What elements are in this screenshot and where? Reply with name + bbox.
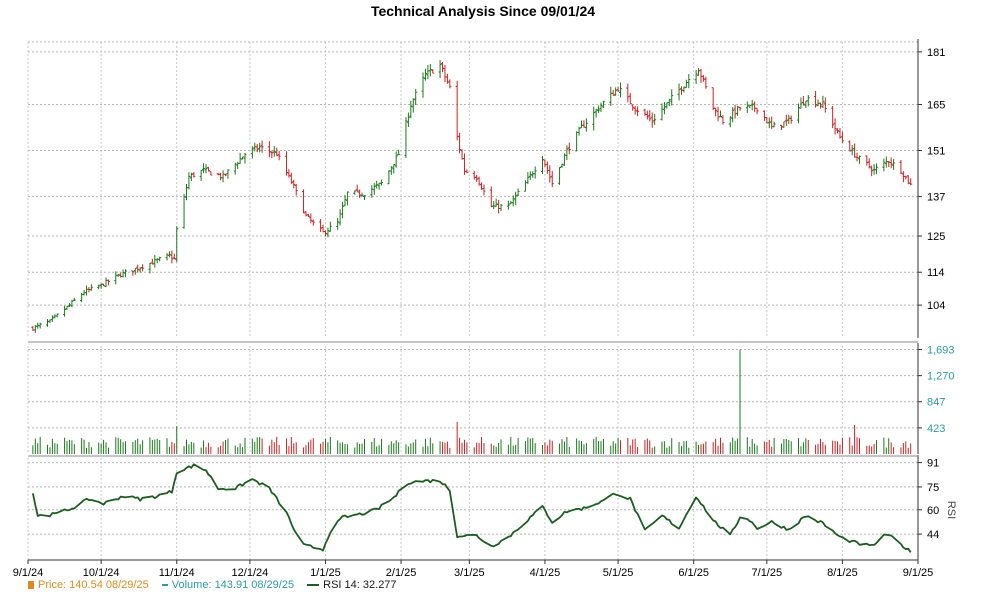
price-tick-label: 151 — [927, 146, 945, 158]
x-tick-labels: 9/1/24 10/1/24 11/1/24 12/1/24 1/1/25 2/1/25 3… — [13, 567, 934, 579]
x-tick-label: 4/1/25 — [530, 567, 561, 579]
legend: Price: 140.54 08/29/25 Volume: 143.91 08… — [28, 579, 401, 591]
volume-tick-label: 1,270 — [927, 371, 955, 383]
rsi-tick-label: 91 — [927, 458, 939, 470]
rsi-axis-label: RSI — [945, 501, 957, 519]
x-tick-label: 3/1/25 — [454, 567, 485, 579]
rsi-legend-swatch — [307, 584, 320, 587]
x-tick-label: 11/1/24 — [159, 567, 195, 579]
volume-legend-swatch — [161, 584, 168, 587]
price-tick-label: 125 — [927, 231, 945, 243]
volume-tick-label: 423 — [927, 423, 945, 435]
chart-root: Technical Analysis Since 09/01/24 104 114… — [0, 0, 1000, 600]
price-tick-label: 104 — [927, 300, 945, 312]
x-tick-label: 8/1/25 — [827, 567, 858, 579]
rsi-tick-label: 44 — [927, 529, 939, 541]
chart-title: Technical Analysis Since 09/01/24 — [371, 3, 595, 19]
price-legend: Price: 140.54 08/29/25 — [38, 579, 149, 591]
x-tick-label: 1/1/25 — [310, 567, 341, 579]
price-tick-label: 114 — [927, 267, 945, 279]
price-legend-swatch — [28, 581, 34, 590]
x-tick-label: 5/1/25 — [603, 567, 634, 579]
grid — [27, 41, 919, 560]
x-tick-label: 12/1/24 — [232, 567, 269, 579]
x-tick-label: 6/1/25 — [678, 567, 709, 579]
price-tick-label: 165 — [927, 99, 945, 111]
x-tick-label: 7/1/25 — [752, 567, 783, 579]
x-tick-label: 2/1/25 — [386, 567, 417, 579]
price-tick-label: 181 — [927, 47, 945, 59]
rsi-line — [32, 463, 912, 553]
x-tick-label: 9/1/25 — [903, 567, 934, 579]
x-tick-label: 10/1/24 — [83, 567, 120, 579]
volume-tick-label: 1,693 — [927, 345, 955, 357]
rsi-tick-label: 75 — [927, 482, 939, 494]
rsi-legend: RSI 14: 32.277 — [323, 579, 397, 591]
volume-tick-label: 847 — [927, 397, 945, 409]
x-tick-label: 9/1/24 — [13, 567, 44, 579]
y-tick-labels: 104 114 125 137 151 165 181 423 847 1,270 1,693 44 6… — [927, 47, 955, 541]
volume-legend: Volume: 143.91 08/29/25 — [171, 579, 295, 591]
rsi-series — [32, 463, 912, 553]
rsi-tick-label: 60 — [927, 505, 939, 517]
price-tick-label: 137 — [927, 192, 945, 204]
technical-analysis-chart: Technical Analysis Since 09/01/24 104 114… — [13, 3, 957, 579]
axes — [27, 39, 922, 564]
